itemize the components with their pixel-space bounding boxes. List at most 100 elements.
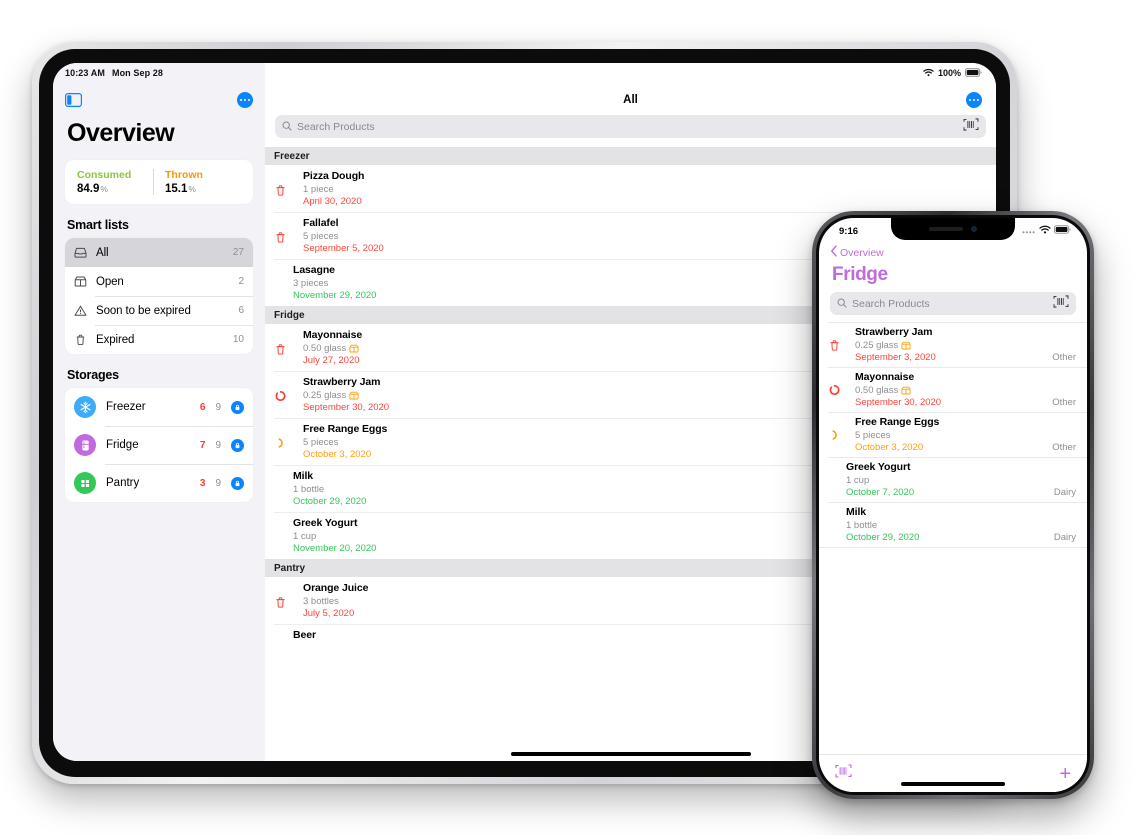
barcode-scanner-icon[interactable] — [963, 117, 979, 136]
product-status-icon — [828, 326, 840, 363]
product-status-icon — [274, 329, 286, 366]
product-body: Free Range Eggs 5 pieces October 3, 2020 Ot… — [846, 416, 1076, 453]
detail-more-button[interactable] — [966, 92, 982, 108]
sidebar-item-freezer[interactable]: Freezer 6 9 — [65, 388, 253, 426]
product-row[interactable]: Milk 1 bottle October 29, 2020 Dairy — [819, 502, 1087, 547]
product-row[interactable]: Greek Yogurt 1 cup October 7, 2020 Dairy — [819, 457, 1087, 502]
sidebar-toolbar — [65, 85, 253, 115]
product-amount: 3 bottles — [303, 595, 339, 607]
product-name: Mayonnaise — [855, 371, 915, 383]
fridge-icon — [74, 434, 96, 456]
fridge-expired-count: 7 — [199, 439, 206, 451]
product-meta-row: September 30, 2020 Other — [855, 396, 1076, 408]
product-date: October 7, 2020 — [846, 487, 915, 498]
product-body: Mayonnaise 0.50 glass September 30, 2020 Ot… — [846, 371, 1076, 408]
stat-consumed-value: 84.9% — [77, 183, 153, 195]
trash-icon — [73, 332, 88, 347]
product-category: Other — [1052, 397, 1076, 408]
stat-thrown-label: Thrown — [165, 169, 203, 181]
sidebar-item-pantry[interactable]: Pantry 3 9 — [65, 464, 253, 502]
lock-icon[interactable] — [231, 438, 244, 452]
sidebar-item-open-label: Open — [96, 275, 124, 288]
sidebar-item-open[interactable]: Open 2 — [65, 267, 253, 296]
product-amount-row: 0.50 glass — [855, 385, 1076, 396]
sidebar-item-expired[interactable]: Expired 10 — [65, 325, 253, 354]
product-status-icon — [274, 470, 286, 507]
wifi-icon — [923, 68, 934, 79]
product-amount: 1 bottle — [293, 483, 325, 495]
sidebar-more-button[interactable] — [237, 92, 253, 108]
iphone-page-title: Fridge — [832, 264, 888, 285]
product-amount: 5 pieces — [303, 436, 339, 448]
list-section-header: Freezer — [265, 147, 996, 165]
sidebar-item-all[interactable]: All 27 — [65, 238, 253, 267]
product-row[interactable]: Pizza Dough 1 piece April 30, 2020 — [265, 165, 996, 212]
soon-crescent-icon — [275, 436, 286, 454]
product-body: Pizza Dough 1 piece April 30, 2020 — [293, 170, 986, 207]
search-input[interactable]: Search Products — [275, 115, 986, 138]
sidebar-toggle-icon[interactable] — [65, 93, 83, 108]
home-indicator[interactable] — [901, 782, 1005, 786]
stat-thrown-unit: % — [188, 184, 196, 194]
search-placeholder: Search Products — [297, 120, 375, 133]
pantry-expired-count: 3 — [199, 477, 206, 489]
sidebar-item-fridge[interactable]: Fridge 7 9 — [65, 426, 253, 464]
search-input[interactable]: Search Products — [830, 292, 1076, 315]
product-date: October 29, 2020 — [846, 532, 920, 543]
trash-icon — [275, 183, 286, 201]
more-ellipsis-icon — [969, 98, 979, 102]
product-amount: 3 pieces — [293, 277, 329, 289]
freezer-total-count: 9 — [215, 401, 221, 413]
iphone-toolbar: + — [819, 754, 1087, 792]
product-category: Dairy — [1053, 487, 1076, 498]
sidebar-item-soon-to-be-expired[interactable]: Soon to be expired 6 — [65, 296, 253, 325]
snowflake-icon — [74, 396, 96, 418]
add-product-button[interactable]: + — [1059, 764, 1071, 784]
barcode-scanner-icon[interactable] — [1053, 294, 1069, 313]
product-name: Milk — [846, 506, 867, 518]
lock-icon[interactable] — [231, 400, 244, 414]
product-amount: 1 bottle — [846, 519, 878, 531]
soon-crescent-icon — [829, 428, 840, 453]
iphone-status-right — [1022, 225, 1071, 237]
iphone-bezel: 9:16 Overview Fridge Search Products Str… — [816, 215, 1090, 795]
lock-icon[interactable] — [231, 476, 244, 490]
sidebar-item-all-count: 27 — [232, 247, 244, 258]
product-amount: 1 cup — [293, 530, 317, 542]
back-button[interactable]: Overview — [819, 242, 1087, 262]
product-date: October 3, 2020 — [855, 442, 924, 453]
product-meta-row: September 3, 2020 Other — [855, 351, 1076, 363]
status-time: 10:23 AM — [65, 68, 105, 78]
product-row[interactable]: Mayonnaise 0.50 glass September 30, 2020 Ot… — [819, 367, 1087, 412]
product-amount-row: 1 piece — [303, 184, 986, 195]
product-row[interactable]: Free Range Eggs 5 pieces October 3, 2020 Ot… — [819, 412, 1087, 457]
stat-consumed-unit: % — [100, 184, 108, 194]
chevron-left-icon — [830, 244, 838, 262]
product-name: Strawberry Jam — [855, 326, 933, 338]
product-amount-row: 0.25 glass — [855, 340, 1076, 351]
product-name: Greek Yogurt — [846, 461, 911, 473]
screenshot-stage: 10:23 AM Mon Sep 28 Overview Consumed 84… — [0, 0, 1145, 835]
sidebar-item-expired-count: 10 — [232, 334, 244, 345]
status-date: Mon Sep 28 — [111, 68, 163, 78]
page-title: Overview — [67, 119, 175, 147]
sidebar-item-soon-count: 6 — [238, 305, 244, 316]
product-amount: 0.25 glass — [303, 389, 347, 401]
battery-icon — [1054, 225, 1071, 237]
search-icon — [837, 295, 847, 313]
stat-thrown-value: 15.1% — [165, 183, 241, 195]
search-icon — [282, 118, 292, 136]
smart-lists-card: All 27 Open 2 Soon to be expired 6 Expir… — [65, 238, 253, 354]
product-status-icon — [274, 423, 286, 460]
open-box-icon — [73, 274, 88, 289]
iphone-product-list[interactable]: Strawberry Jam 0.25 glass September 3, 202… — [819, 322, 1087, 547]
product-row[interactable]: Strawberry Jam 0.25 glass September 3, 202… — [819, 322, 1087, 367]
product-amount: 0.50 glass — [303, 342, 347, 354]
product-meta-row: October 29, 2020 Dairy — [846, 531, 1076, 543]
barcode-scanner-icon[interactable] — [835, 764, 852, 783]
product-amount: 1 cup — [846, 474, 870, 486]
product-date: September 30, 2020 — [855, 397, 942, 408]
product-name: Pizza Dough — [303, 170, 365, 182]
home-indicator[interactable] — [510, 752, 751, 756]
detail-toolbar: All — [265, 85, 996, 115]
